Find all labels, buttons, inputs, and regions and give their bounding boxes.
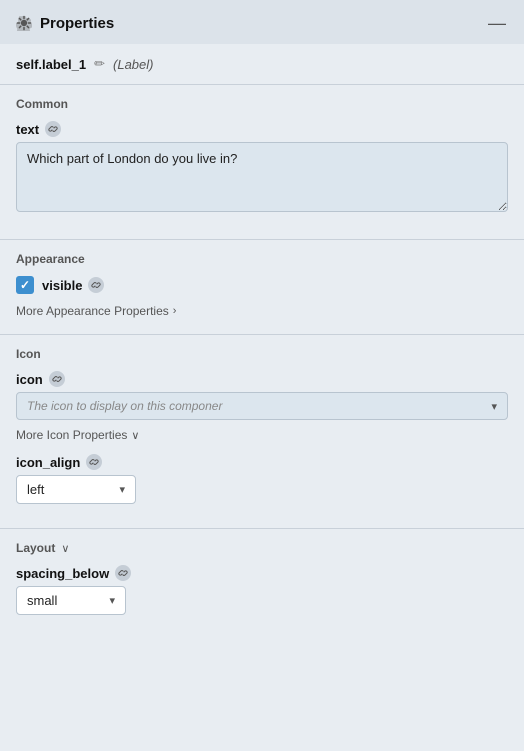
chevron-down-icon: ∨ — [131, 429, 139, 442]
appearance-section: Appearance visible More Appearance Prope… — [0, 240, 524, 335]
text-label-text: text — [16, 122, 39, 137]
layout-title: Layout — [16, 541, 55, 555]
icon-align-label-text: icon_align — [16, 455, 80, 470]
icon-section-title: Icon — [16, 347, 508, 361]
more-icon-button[interactable]: More Icon Properties ∨ — [16, 428, 139, 442]
header-left: Properties — [16, 15, 114, 32]
panel-title: Properties — [40, 15, 114, 32]
visible-label: visible — [42, 277, 104, 293]
visible-prop-row: visible — [16, 276, 508, 294]
self-label-row: self.label_1 ✏ (Label) — [0, 44, 524, 85]
icon-link-icon[interactable] — [49, 371, 65, 387]
icon-prop-row: icon The icon to display on this compone… — [16, 371, 508, 420]
icon-align-arrow: ▾ — [119, 483, 125, 496]
icon-label-text: icon — [16, 372, 43, 387]
icon-align-dropdown[interactable]: left ▾ — [16, 475, 136, 504]
icon-dropdown[interactable]: The icon to display on this componer ▾ — [16, 392, 508, 420]
common-section-title: Common — [16, 97, 508, 111]
icon-prop-label: icon — [16, 371, 508, 387]
spacing-below-prop-row: spacing_below small ▾ — [16, 565, 508, 615]
more-appearance-label: More Appearance Properties — [16, 304, 169, 318]
spacing-below-label: spacing_below — [16, 565, 508, 581]
minimize-button[interactable]: — — [486, 14, 508, 32]
text-link-icon[interactable] — [45, 121, 61, 137]
spacing-below-arrow: ▾ — [109, 594, 115, 607]
label-type: (Label) — [113, 57, 153, 72]
layout-section: Layout ∨ spacing_below small ▾ — [0, 529, 524, 639]
icon-section: Icon icon The icon to display on this co… — [0, 335, 524, 529]
self-label-name: self.label_1 — [16, 57, 86, 72]
visible-link-icon[interactable] — [88, 277, 104, 293]
text-prop-row: text Which part of London do you live in… — [16, 121, 508, 215]
icon-align-prop-row: icon_align left ▾ — [16, 454, 508, 504]
text-prop-textarea[interactable]: Which part of London do you live in? — [16, 142, 508, 212]
properties-panel: Properties — self.label_1 ✏ (Label) Comm… — [0, 0, 524, 751]
icon-dropdown-arrow: ▾ — [491, 400, 497, 413]
chevron-right-icon: › — [173, 305, 177, 317]
layout-chevron-down-icon: ∨ — [61, 542, 69, 555]
more-appearance-button[interactable]: More Appearance Properties › — [16, 304, 176, 318]
visible-label-text: visible — [42, 278, 82, 293]
layout-title-row[interactable]: Layout ∨ — [16, 541, 508, 555]
icon-placeholder: The icon to display on this componer — [27, 399, 222, 413]
gear-icon — [16, 15, 32, 31]
icon-align-label: icon_align — [16, 454, 508, 470]
spacing-below-link-icon[interactable] — [115, 565, 131, 581]
panel-header: Properties — — [0, 0, 524, 44]
icon-align-link-icon[interactable] — [86, 454, 102, 470]
more-icon-label: More Icon Properties — [16, 428, 127, 442]
spacing-below-dropdown[interactable]: small ▾ — [16, 586, 126, 615]
icon-align-value: left — [27, 482, 44, 497]
common-section: Common text Which part of London do you … — [0, 85, 524, 240]
text-prop-label: text — [16, 121, 508, 137]
visible-checkbox[interactable] — [16, 276, 34, 294]
spacing-below-value: small — [27, 593, 57, 608]
spacing-below-label-text: spacing_below — [16, 566, 109, 581]
appearance-section-title: Appearance — [16, 252, 508, 266]
edit-pencil-icon[interactable]: ✏ — [94, 56, 105, 72]
